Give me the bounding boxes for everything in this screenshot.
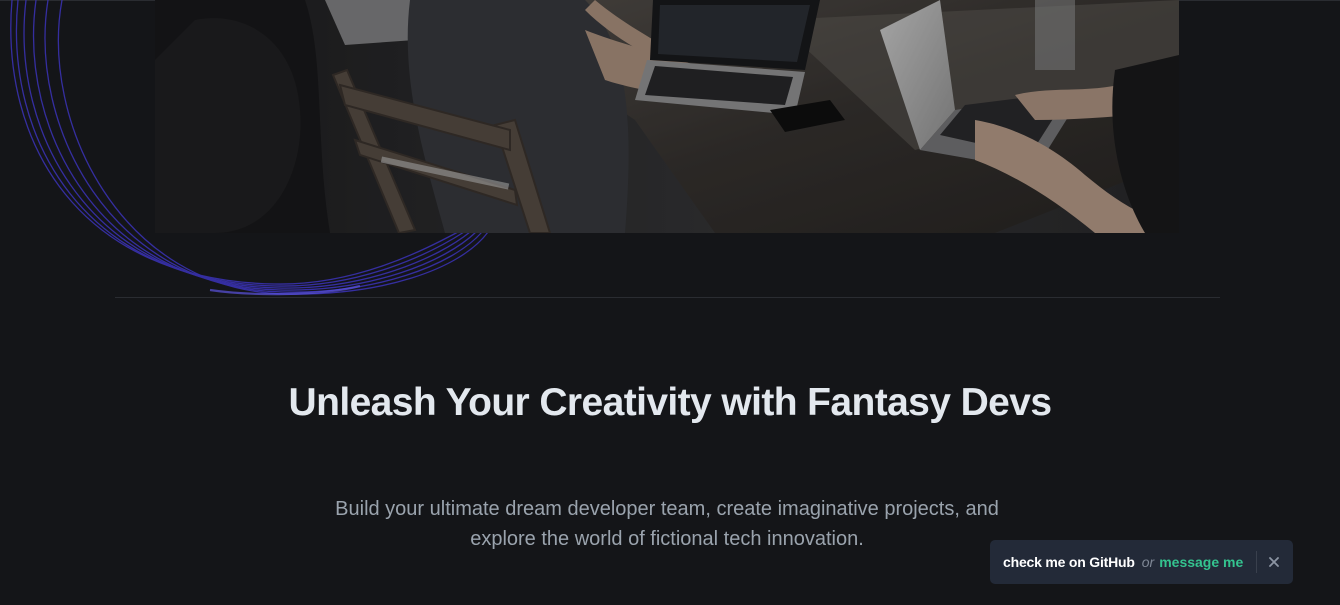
toast-separator [1256, 551, 1257, 573]
close-icon [1269, 557, 1279, 567]
hero-headline: Unleash Your Creativity with Fantasy Dev… [288, 381, 1052, 424]
contact-toast: check me on GitHub or message me [990, 540, 1293, 584]
section-divider [115, 297, 1220, 298]
toast-or-label: or [1141, 554, 1155, 570]
hero-subtext: Build your ultimate dream developer team… [335, 498, 999, 550]
message-me-link[interactable]: message me [1159, 554, 1243, 570]
team-coding-photo-icon [155, 0, 1179, 233]
page: Unleash Your Creativity with Fantasy Dev… [0, 0, 1340, 605]
toast-close-button[interactable] [1264, 552, 1284, 572]
hero-team-photo [155, 0, 1179, 233]
github-link[interactable]: check me on GitHub [1003, 554, 1135, 570]
